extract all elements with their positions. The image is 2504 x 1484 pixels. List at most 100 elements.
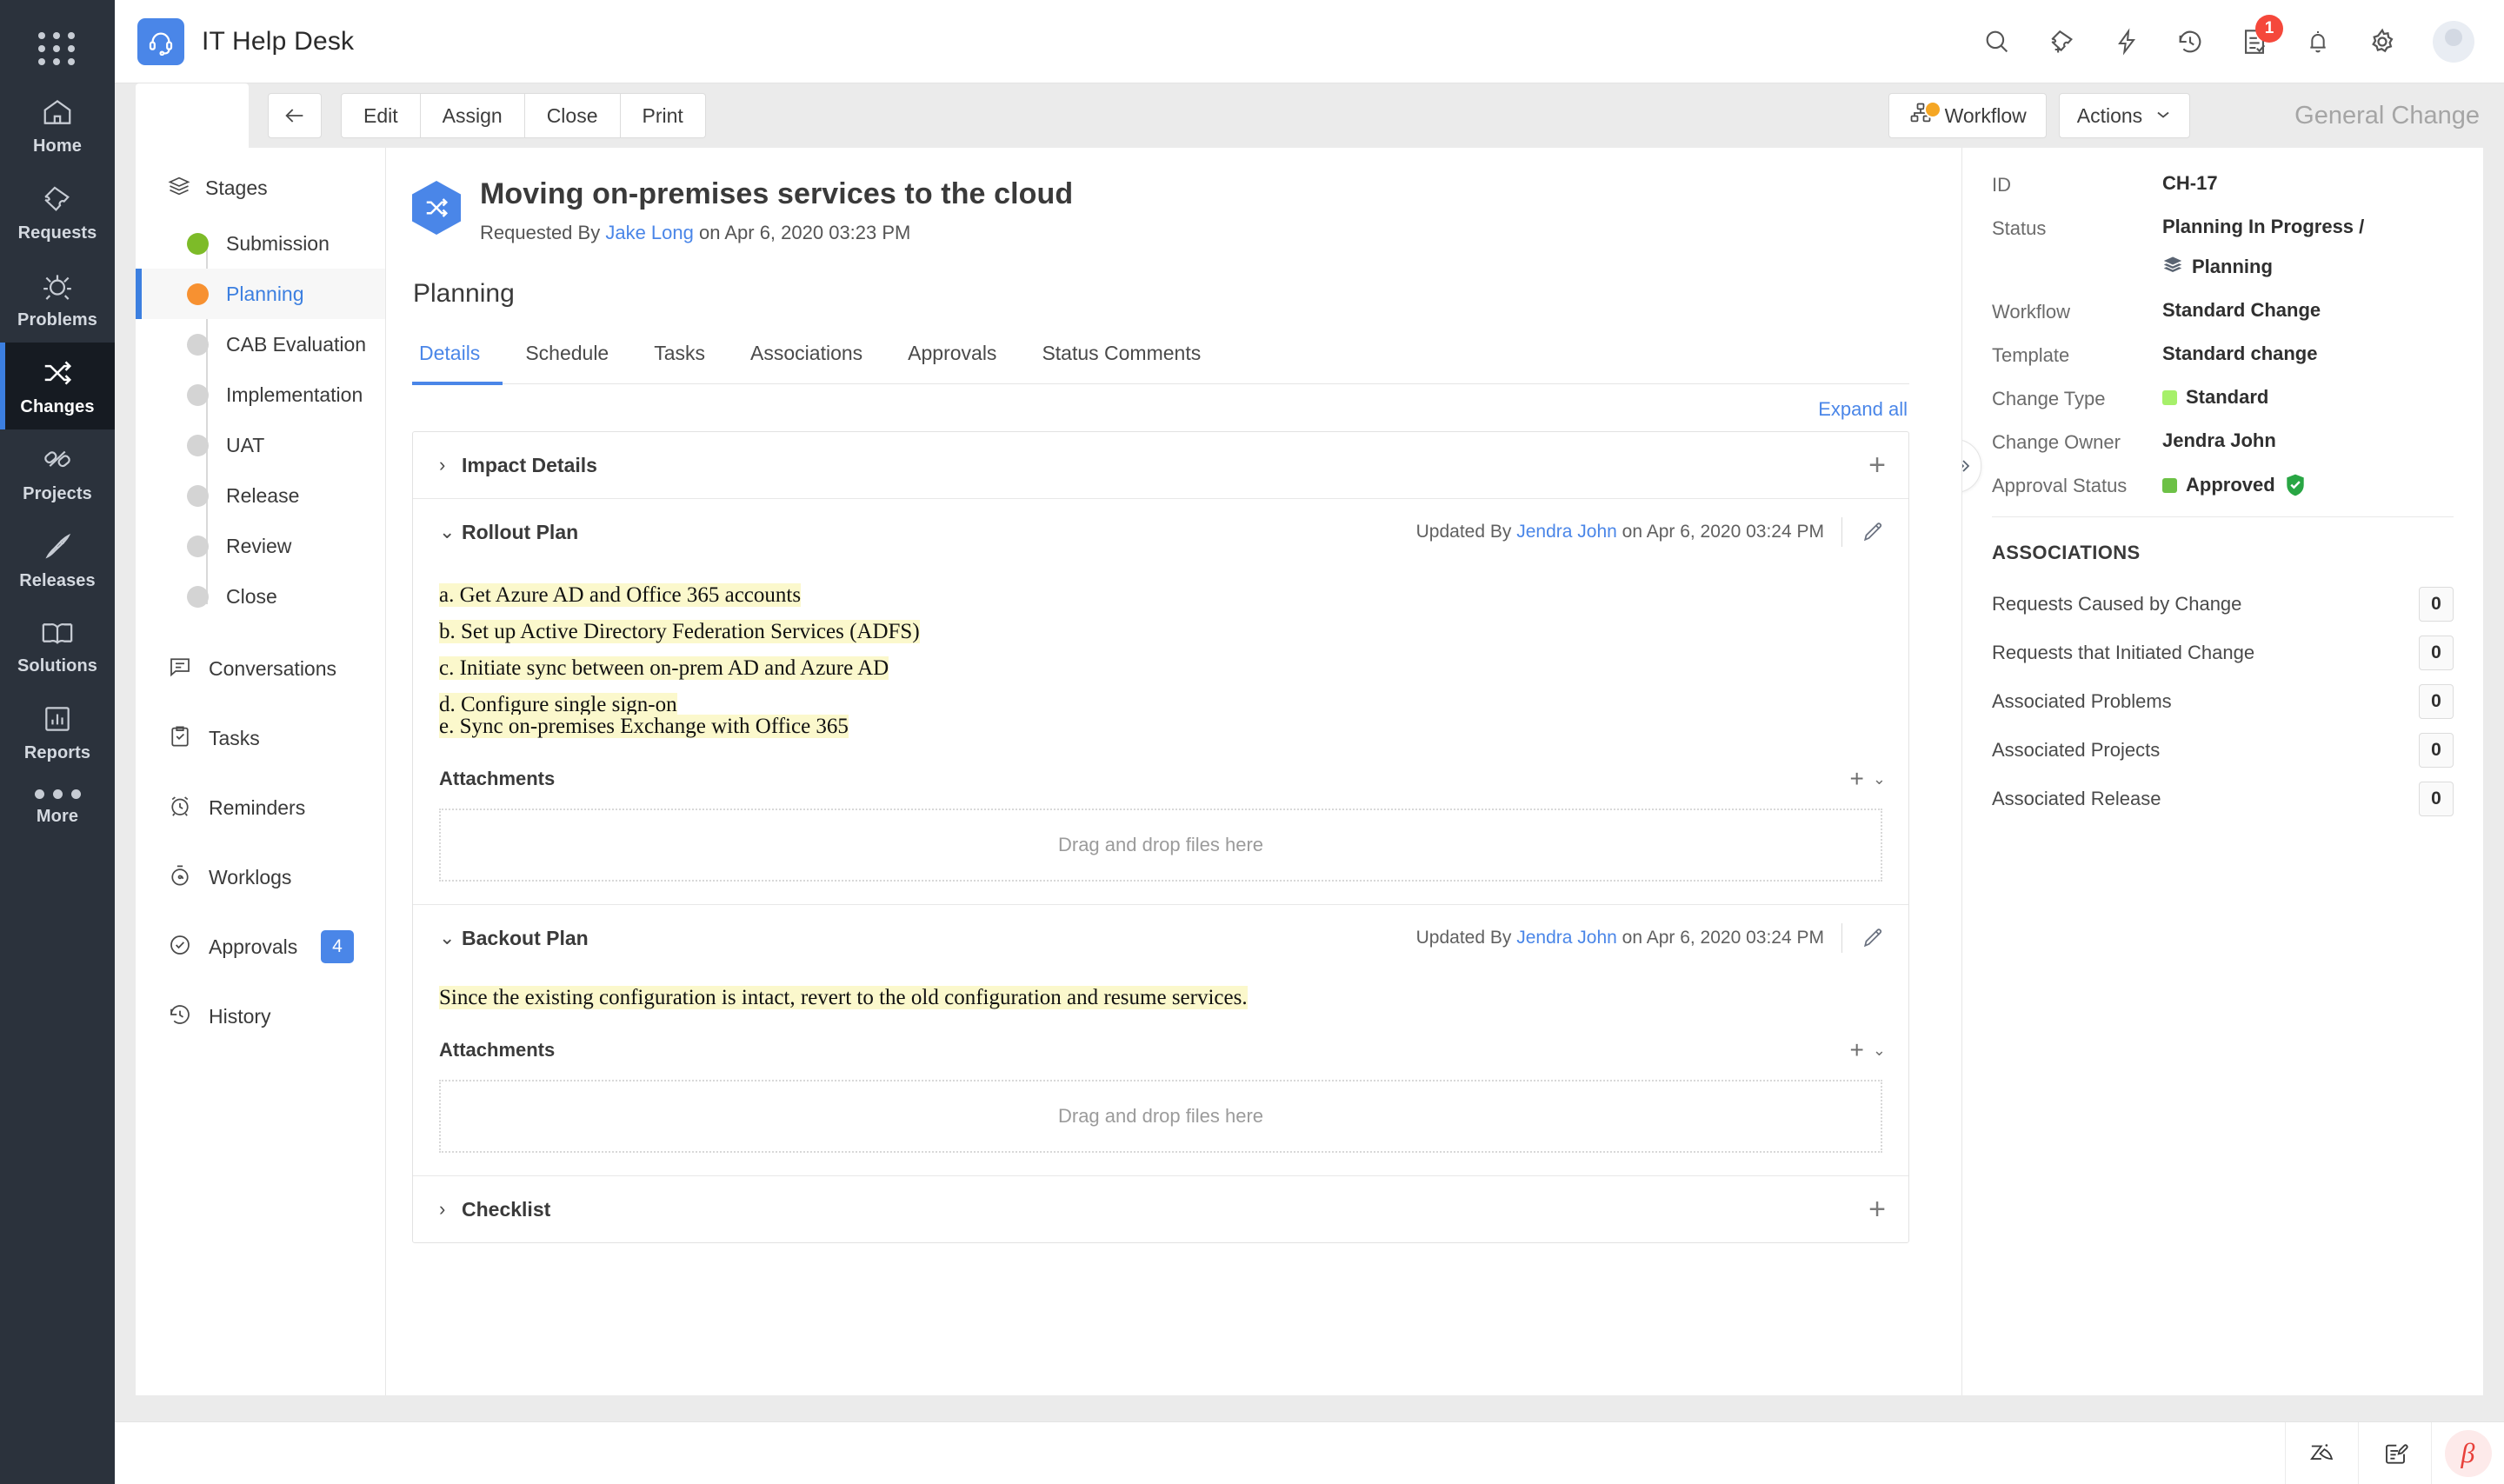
section-title: Impact Details xyxy=(462,454,597,477)
plus-icon[interactable]: + xyxy=(1850,765,1864,793)
beta-label: β xyxy=(2445,1430,2492,1477)
brand[interactable]: IT Help Desk xyxy=(137,18,354,65)
plus-icon[interactable]: + xyxy=(1868,1195,1886,1224)
tab-tasks[interactable]: Tasks xyxy=(631,335,728,385)
record-body: Stages Submission Planning CAB Evaluatio xyxy=(115,148,2504,1421)
divider xyxy=(1841,517,1842,547)
status-stage-text: Planning xyxy=(2192,256,2273,278)
section-header[interactable]: ⌄ Backout Plan Updated By Jendra John on… xyxy=(413,905,1908,971)
close-button[interactable]: Close xyxy=(525,93,621,138)
attachments-actions[interactable]: + ⌄ xyxy=(1850,765,1886,793)
sidebar-item-home[interactable]: Home xyxy=(0,82,115,169)
quick-action-icon[interactable] xyxy=(2113,27,2141,57)
details-card: › Impact Details + ⌄ Rollout P xyxy=(412,431,1909,1243)
settings-gear-icon[interactable] xyxy=(2367,26,2398,57)
notification-bell-icon[interactable] xyxy=(2304,27,2332,57)
beta-icon[interactable]: β xyxy=(2431,1422,2504,1484)
association-problems[interactable]: Associated Problems 0 xyxy=(1962,677,2483,726)
property-value: Standard change xyxy=(2162,343,2317,365)
layers-icon xyxy=(167,174,191,203)
chevron-down-icon[interactable]: ⌄ xyxy=(1873,770,1886,789)
zia-assistant-icon[interactable] xyxy=(2285,1422,2358,1484)
stage-item-implementation[interactable]: Implementation xyxy=(136,369,385,420)
record-details-pane: Moving on-premises services to the cloud… xyxy=(386,148,1961,1395)
requester-link[interactable]: Jake Long xyxy=(605,222,694,243)
updated-by-link[interactable]: Jendra John xyxy=(1516,522,1617,542)
main-region: IT Help Desk 1 xyxy=(115,0,2504,1484)
back-button[interactable] xyxy=(268,93,322,138)
association-label: Associated Projects xyxy=(1992,739,2160,762)
sidebar-item-tasks[interactable]: Tasks xyxy=(136,703,385,773)
sidebar-item-reports[interactable]: Reports xyxy=(0,689,115,775)
sidebar-item-worklogs[interactable]: Worklogs xyxy=(136,842,385,912)
workflow-label: Workflow xyxy=(1945,104,2027,128)
stage-item-close[interactable]: Close xyxy=(136,571,385,622)
pencil-icon[interactable] xyxy=(1860,519,1886,545)
avatar[interactable] xyxy=(2433,21,2474,63)
section-header[interactable]: ⌄ Rollout Plan Updated By Jendra John on… xyxy=(413,499,1908,565)
sidebar-item-releases[interactable]: Releases xyxy=(0,516,115,603)
tab-schedule[interactable]: Schedule xyxy=(503,335,631,385)
sidebar-item-approvals[interactable]: Approvals 4 xyxy=(136,912,385,982)
plus-icon[interactable]: + xyxy=(1868,450,1886,480)
pencil-icon[interactable] xyxy=(1860,925,1886,951)
sidebar-item-requests[interactable]: Requests xyxy=(0,169,115,256)
tab-approvals[interactable]: Approvals xyxy=(885,335,1019,385)
stage-label: Submission xyxy=(226,232,330,256)
shield-check-icon xyxy=(2284,473,2307,497)
sidebar-item-problems[interactable]: Problems xyxy=(0,256,115,343)
association-count: 0 xyxy=(2419,636,2454,670)
sidebar-item-solutions[interactable]: Solutions xyxy=(0,603,115,689)
updated-by-link[interactable]: Jendra John xyxy=(1516,928,1617,948)
actions-dropdown[interactable]: Actions xyxy=(2059,93,2190,138)
stage-item-cab-evaluation[interactable]: CAB Evaluation xyxy=(136,319,385,369)
feedback-edit-icon[interactable] xyxy=(2358,1422,2431,1484)
workflow-button[interactable]: Workflow xyxy=(1888,93,2047,138)
approvals-doc-icon[interactable]: 1 xyxy=(2240,27,2269,57)
add-ticket-icon[interactable] xyxy=(2047,27,2078,57)
property-workflow: Workflow Standard Change xyxy=(1962,299,2483,323)
association-projects[interactable]: Associated Projects 0 xyxy=(1962,726,2483,775)
history-icon[interactable] xyxy=(2175,27,2205,57)
sidebar-item-reminders[interactable]: Reminders xyxy=(136,773,385,842)
sidebar-item-conversations[interactable]: Conversations xyxy=(136,634,385,703)
sidebar-item-label: Changes xyxy=(20,397,94,417)
plus-icon[interactable]: + xyxy=(1850,1036,1864,1064)
tab-placeholder xyxy=(136,83,249,148)
stage-item-review[interactable]: Review xyxy=(136,521,385,571)
rollout-line: a. Get Azure AD and Office 365 accounts xyxy=(439,583,801,607)
chevron-down-icon[interactable]: ⌄ xyxy=(1873,1041,1886,1060)
apps-grid-icon[interactable] xyxy=(0,16,115,82)
stage-item-submission[interactable]: Submission xyxy=(136,218,385,269)
edit-button[interactable]: Edit xyxy=(341,93,421,138)
tab-details[interactable]: Details xyxy=(412,335,503,385)
tab-associations[interactable]: Associations xyxy=(728,335,885,385)
sidebar-item-more[interactable]: More xyxy=(0,775,115,839)
actions-label: Actions xyxy=(2077,104,2142,128)
status-bar: β xyxy=(115,1421,2504,1484)
assign-button[interactable]: Assign xyxy=(421,93,525,138)
backout-dropzone[interactable]: Drag and drop files here xyxy=(439,1080,1882,1153)
section-header[interactable]: › Impact Details + xyxy=(413,432,1908,498)
association-release[interactable]: Associated Release 0 xyxy=(1962,775,2483,823)
rollout-dropzone[interactable]: Drag and drop files here xyxy=(439,809,1882,882)
stage-item-release[interactable]: Release xyxy=(136,470,385,521)
sidebar-item-history[interactable]: History xyxy=(136,982,385,1051)
sidebar-item-projects[interactable]: Projects xyxy=(0,429,115,516)
association-requests-initiated[interactable]: Requests that Initiated Change 0 xyxy=(1962,629,2483,677)
attachments-actions[interactable]: + ⌄ xyxy=(1850,1036,1886,1064)
association-requests-caused[interactable]: Requests Caused by Change 0 xyxy=(1962,580,2483,629)
stage-list: Submission Planning CAB Evaluation Imple… xyxy=(136,218,385,634)
print-button[interactable]: Print xyxy=(621,93,706,138)
tab-status-comments[interactable]: Status Comments xyxy=(1019,335,1223,385)
chevron-double-right-icon xyxy=(1961,456,1973,476)
section-header[interactable]: › Checklist + xyxy=(413,1176,1908,1242)
stage-item-uat[interactable]: UAT xyxy=(136,420,385,470)
record-properties-pane: ID CH-17 Status Planning In Progress / P… xyxy=(1961,148,2483,1395)
search-icon[interactable] xyxy=(1982,27,2012,57)
expand-all-link[interactable]: Expand all xyxy=(1818,398,1908,421)
sidebar-item-label: Reminders xyxy=(209,796,305,820)
stage-item-planning[interactable]: Planning xyxy=(136,269,385,319)
attachments-label: Attachments xyxy=(439,1039,555,1061)
sidebar-item-changes[interactable]: Changes xyxy=(0,343,115,429)
